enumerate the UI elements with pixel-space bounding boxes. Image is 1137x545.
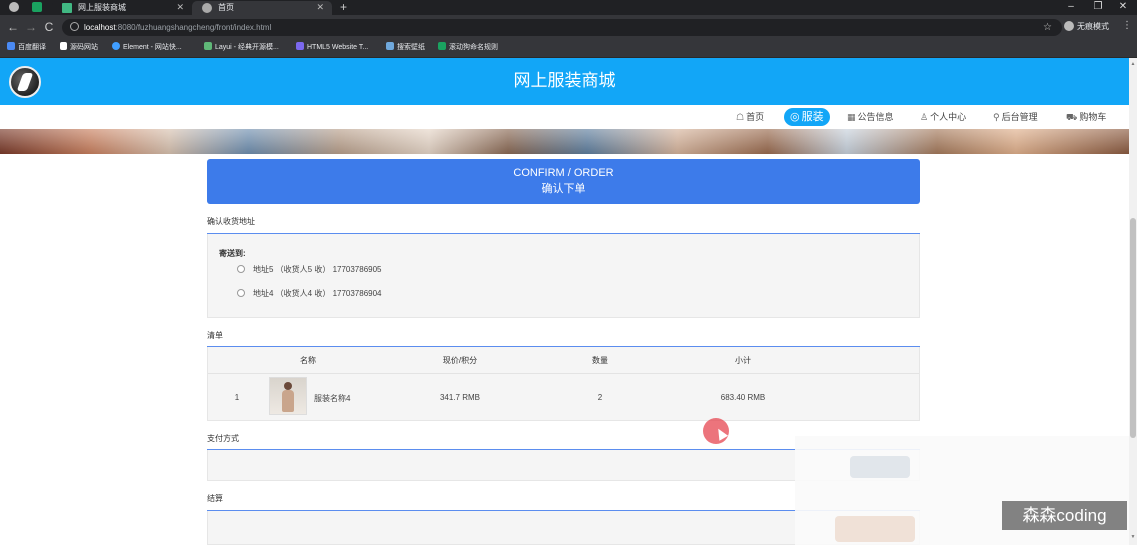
minimize-button[interactable]: – <box>1056 0 1086 13</box>
nav-cart[interactable]: ⛟ 购物车 <box>1066 111 1106 123</box>
user-icon: ♙ <box>920 112 929 122</box>
incognito-indicator[interactable]: 无痕模式 <box>1064 21 1109 33</box>
translate-icon <box>7 42 15 50</box>
back-arrow-icon[interactable]: ← <box>5 19 21 35</box>
column-header-subtotal: 小计 <box>735 356 751 365</box>
product-subtotal: 683.40 RMB <box>720 393 766 402</box>
column-header-name: 名称 <box>300 356 316 365</box>
order-items-table: 名称 现价/积分 数量 小计 1 服装名称4 341.7 RMB 2 683.4… <box>207 347 920 421</box>
wallpaper-icon <box>386 42 394 50</box>
nav-notices[interactable]: ▦ 公告信息 <box>847 111 894 123</box>
url-path: :8080/fuzhuangshangcheng/front/index.htm… <box>115 23 272 32</box>
faded-blob <box>850 456 910 478</box>
site-header: 网上服装商城 <box>0 58 1129 105</box>
watermark: 森森coding <box>1002 501 1127 530</box>
scroll-thumb[interactable] <box>1130 218 1136 438</box>
page-scrollbar[interactable]: ▲ ▼ <box>1129 58 1137 545</box>
list-section-title: 清单 <box>207 331 223 340</box>
nav-home[interactable]: ☖ 首页 <box>736 111 764 123</box>
home-icon: ☖ <box>736 112 745 122</box>
flag-icon <box>60 42 67 50</box>
ship-to-label: 寄送到: <box>219 249 246 258</box>
product-name: 服装名称4 <box>314 394 351 403</box>
layui-logo-icon <box>204 42 212 50</box>
bookmark-item[interactable]: 源码网站 <box>60 42 98 54</box>
close-window-button[interactable]: ✕ <box>1108 0 1137 13</box>
address-text: 地址5 （收货人5 收） 17703786905 <box>253 265 382 274</box>
address-option[interactable]: 地址4 （收货人4 收） 17703786904 <box>237 289 382 299</box>
address-box: 寄送到: 地址5 （收货人5 收） 17703786905 地址4 （收货人4 … <box>207 234 920 318</box>
vue-favicon-icon <box>62 3 72 13</box>
nav-profile[interactable]: ♙ 个人中心 <box>920 111 966 123</box>
product-price: 341.7 RMB <box>439 393 481 402</box>
browser-toolbar: ← → C localhost:8080/fuzhuangshangcheng/… <box>0 15 1137 39</box>
tab-label: 网上服装商城 <box>78 3 126 12</box>
address-text: 地址4 （收货人4 收） 17703786904 <box>253 289 382 298</box>
tab-home[interactable]: 首页 ✕ <box>192 1 332 15</box>
address-bar[interactable]: localhost:8080/fuzhuangshangcheng/front/… <box>62 19 1062 36</box>
address-section-title: 确认收货地址 <box>207 217 255 226</box>
tab-shop[interactable]: 网上服装商城 ✕ <box>52 1 192 15</box>
chrome-app-icon[interactable] <box>9 2 19 12</box>
payment-section-title: 支付方式 <box>207 434 239 443</box>
reload-icon[interactable]: C <box>41 19 57 35</box>
tab-close-icon[interactable]: ✕ <box>176 1 184 14</box>
incognito-label: 无痕模式 <box>1077 22 1109 31</box>
globe-favicon-icon <box>202 3 212 13</box>
banner-image <box>0 129 1129 154</box>
element-logo-icon <box>112 42 120 50</box>
url-host: localhost <box>84 23 116 32</box>
column-header-price: 现价/积分 <box>442 356 478 365</box>
product-thumbnail[interactable] <box>269 377 307 415</box>
bookmark-item[interactable]: 滚动狗命名规则 <box>438 42 498 54</box>
address-radio[interactable] <box>237 289 245 297</box>
product-qty: 2 <box>597 393 603 402</box>
confirm-order-title-en: CONFIRM / ORDER <box>513 167 614 179</box>
scroll-down-arrow-icon[interactable]: ▼ <box>1130 534 1136 540</box>
link-icon: ⚲ <box>993 112 1000 122</box>
incognito-icon <box>1064 21 1074 31</box>
bookmark-item[interactable]: Element - 网站快... <box>112 42 182 54</box>
scroll-up-arrow-icon[interactable]: ▲ <box>1130 61 1136 67</box>
tab-label: 首页 <box>218 3 234 12</box>
forward-arrow-icon[interactable]: → <box>23 19 39 35</box>
faded-blob <box>835 516 915 542</box>
bookmark-star-icon[interactable]: ☆ <box>1043 19 1052 36</box>
browser-menu-icon[interactable]: ⋮ <box>1122 20 1132 31</box>
confirm-order-title-zh: 确认下单 <box>541 183 586 195</box>
bookmark-item[interactable]: HTML5 Website T... <box>296 42 368 54</box>
clothing-icon: ◎ <box>790 111 800 123</box>
nav-clothing[interactable]: ◎ 服装 <box>784 108 830 126</box>
sheet-icon <box>438 42 446 50</box>
cart-icon: ⛟ <box>1066 112 1078 122</box>
table-header-divider <box>208 373 919 374</box>
nav-admin[interactable]: ⚲ 后台管理 <box>993 111 1038 123</box>
notice-icon: ▦ <box>847 112 856 122</box>
bookmark-item[interactable]: 百度翻译 <box>7 42 46 54</box>
bookmarks-bar: 百度翻译 源码网站 Element - 网站快... Layui - 经典开源模… <box>0 39 1137 58</box>
site-nav: ☖ 首页 ◎ 服装 ▦ 公告信息 ♙ 个人中心 ⚲ 后台管理 ⛟ 购物车 <box>0 105 1129 129</box>
bookmark-item[interactable]: Layui - 经典开源模... <box>204 42 279 54</box>
browser-tab-strip: 网上服装商城 ✕ 首页 ✕ + – ❐ ✕ <box>0 0 1137 15</box>
tab-close-icon[interactable]: ✕ <box>316 1 324 14</box>
bookmark-item[interactable]: 搜索壁纸 <box>386 42 425 54</box>
address-radio[interactable] <box>237 265 245 273</box>
site-title: 网上服装商城 <box>513 71 616 90</box>
address-option[interactable]: 地址5 （收货人5 收） 17703786905 <box>237 265 382 275</box>
grouped-tab-icon[interactable] <box>32 2 42 12</box>
confirm-order-header: CONFIRM / ORDER 确认下单 <box>207 159 920 204</box>
column-header-qty: 数量 <box>592 356 608 365</box>
row-index: 1 <box>234 393 240 402</box>
html5-template-icon <box>296 42 304 50</box>
new-tab-plus-icon[interactable]: + <box>340 0 347 14</box>
site-info-icon[interactable] <box>70 22 79 31</box>
checkout-section-title: 结算 <box>207 494 223 503</box>
